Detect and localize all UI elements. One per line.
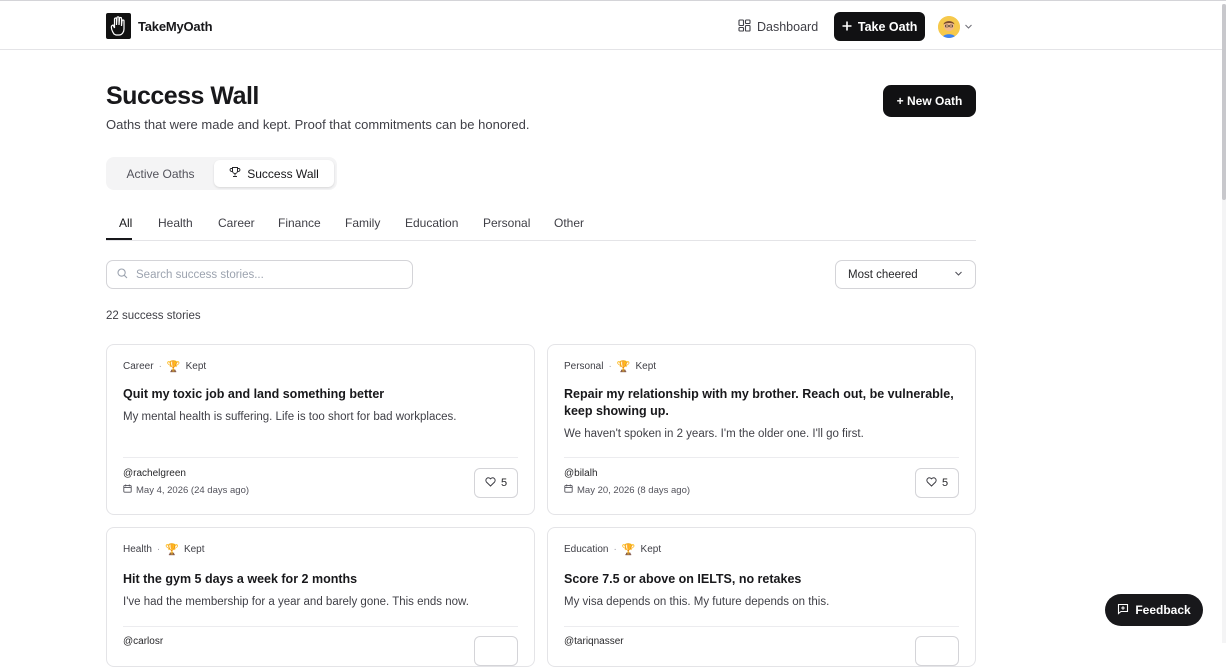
top-navbar: TakeMyOath Dashboard Take Oath [0,4,1222,50]
trophy-icon: 🏆 [166,361,181,373]
search-icon [117,266,128,284]
category-tab-personal[interactable]: Personal [483,216,530,230]
cheer-button[interactable] [915,636,959,666]
tab-active-oaths[interactable]: Active Oaths [109,160,212,187]
card-divider [123,457,518,458]
category-tab-all[interactable]: All [119,216,132,230]
category-tab-health[interactable]: Health [158,216,193,230]
meta-separator: · [613,544,617,555]
trophy-icon: 🏆 [621,544,636,556]
cheer-count: 5 [500,477,508,489]
card-meta: Education · 🏆 Kept [564,543,661,556]
card-status: Kept [635,361,657,372]
plus-icon [842,20,852,34]
tab-active-oaths-label: Active Oaths [126,166,195,181]
heart-icon [485,476,496,490]
card-description: My visa depends on this. My future depen… [564,596,830,608]
card-title: Hit the gym 5 days a week for 2 months [123,572,358,586]
category-tab-finance[interactable]: Finance [278,216,321,230]
card-description: I've had the membership for a year and b… [123,596,469,608]
card-description: We haven't spoken in 2 years. I'm the ol… [564,428,864,440]
heart-icon [926,476,937,490]
card-status: Kept [183,544,205,555]
card-title: Score 7.5 or above on IELTS, no retakes [564,572,802,586]
grid-icon [738,18,751,35]
cheer-button[interactable]: 5 [474,468,518,498]
card-title: Quit my toxic job and land something bet… [123,387,385,401]
hand-logo-icon [106,13,131,39]
trophy-icon: 🏆 [165,544,179,556]
card-date: May 4, 2026 (24 days ago) [123,484,249,496]
card-author[interactable]: @carlosr [123,636,163,647]
chevron-down-icon [964,18,973,36]
search-input[interactable]: Search success stories... [106,260,413,289]
active-category-underline [106,238,132,240]
card-divider [123,626,518,627]
success-card[interactable]: Health · 🏆 Kept Hit the gym 5 days a wee… [106,527,535,667]
card-divider [564,626,959,627]
card-title: Repair my relationship with my brother. … [564,387,954,418]
category-tab-career[interactable]: Career [218,216,255,230]
page-subtitle: Oaths that were made and kept. Proof tha… [106,117,530,132]
view-tabs: Active Oaths Success Wall [106,157,337,190]
calendar-icon [123,484,132,496]
take-oath-label: Take Oath [857,19,918,34]
trophy-icon [229,166,241,181]
cheer-button[interactable]: 5 [915,468,959,498]
success-card[interactable]: Personal · 🏆 Kept Repair my relationship… [547,344,976,515]
scrollbar-thumb[interactable] [1222,4,1226,200]
trophy-icon: 🏆 [616,361,631,373]
card-divider [564,457,959,458]
card-date-text: May 4, 2026 (24 days ago) [136,484,250,496]
page-title: Success Wall [106,82,259,110]
new-oath-button[interactable]: + New Oath [883,85,976,117]
dashboard-link[interactable]: Dashboard [738,13,818,41]
results-count: 22 success stories [106,310,201,322]
message-plus-icon [1117,603,1129,618]
search-placeholder: Search success stories... [136,268,264,281]
card-status: Kept [640,544,662,555]
category-tab-family[interactable]: Family [345,216,380,230]
chevron-down-icon [954,269,963,281]
success-card[interactable]: Career · 🏆 Kept Quit my toxic job and la… [106,344,535,515]
tab-success-wall[interactable]: Success Wall [214,160,334,187]
tab-success-wall-label: Success Wall [247,166,319,181]
card-category: Education [564,544,609,555]
card-category: Personal [564,361,604,372]
avatar [938,15,961,38]
category-filter-bar: All Health Career Finance Family Educati… [106,214,976,241]
card-author[interactable]: @bilalh [564,468,598,479]
feedback-button[interactable]: Feedback [1105,594,1203,626]
card-meta: Career · 🏆 Kept [123,360,206,373]
take-oath-button[interactable]: Take Oath [834,12,926,41]
calendar-icon [564,484,573,496]
feedback-label: Feedback [1135,603,1191,617]
card-status: Kept [185,361,207,372]
card-meta: Health · 🏆 Kept [123,543,205,556]
nav-actions: Dashboard Take Oath [738,12,973,41]
cheer-button[interactable] [474,636,518,666]
sort-select[interactable]: Most cheered [835,260,976,289]
category-tab-other[interactable]: Other [554,216,584,230]
sort-selected-value: Most cheered [848,268,918,281]
dashboard-label: Dashboard [757,19,819,34]
brand-name: TakeMyOath [138,18,213,34]
meta-separator: · [158,361,162,372]
card-author[interactable]: @rachelgreen [123,468,186,479]
cheer-count: 5 [941,477,949,489]
user-menu[interactable] [938,15,973,38]
card-category: Career [123,361,154,372]
meta-separator: · [156,544,161,555]
card-author[interactable]: @tariqnasser [564,636,624,647]
card-date: May 20, 2026 (8 days ago) [564,484,690,496]
category-tab-education[interactable]: Education [405,216,458,230]
card-category: Health [123,544,152,555]
card-date-text: May 20, 2026 (8 days ago) [577,484,691,496]
card-meta: Personal · 🏆 Kept [564,360,656,373]
success-card[interactable]: Education · 🏆 Kept Score 7.5 or above on… [547,527,976,667]
meta-separator: · [608,361,612,372]
card-description: My mental health is suffering. Life is t… [123,411,457,423]
brand[interactable]: TakeMyOath [106,13,213,39]
